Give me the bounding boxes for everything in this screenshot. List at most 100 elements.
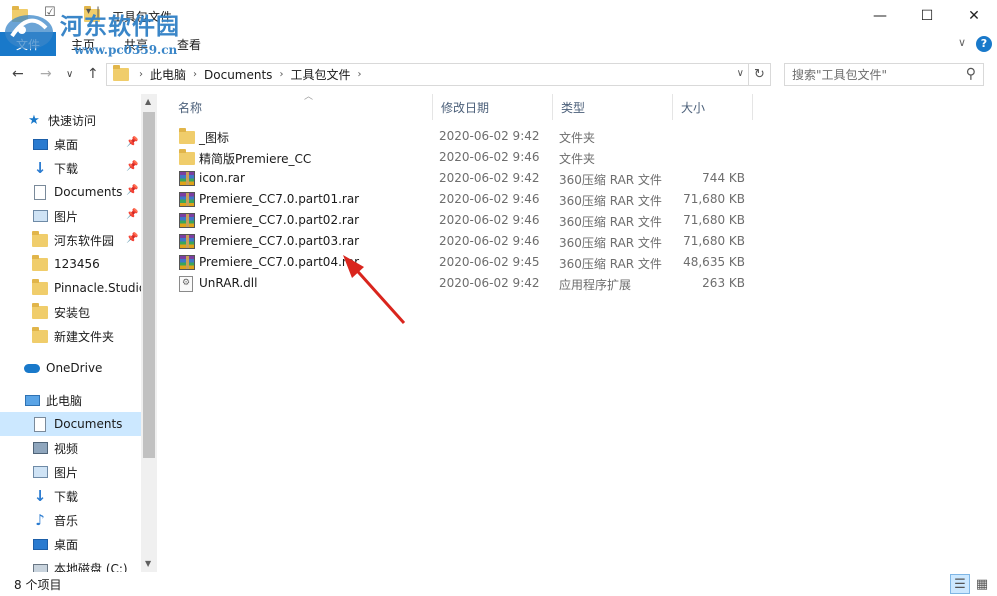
navigation-pane: ★ 快速访问 桌面 📌 ↓ 下载 📌 Documents 📌 图片 📌 河东软件…: [0, 94, 157, 572]
sidebar-item-downloads[interactable]: ↓ 下载 📌: [0, 156, 141, 180]
sidebar-item-install[interactable]: 安装包: [0, 300, 141, 324]
file-type: 360压缩 RAR 文件: [559, 173, 662, 187]
sidebar-item-pc-pictures[interactable]: 图片: [0, 460, 141, 484]
sidebar-item-drive-c[interactable]: 本地磁盘 (C:): [0, 556, 141, 572]
breadcrumb-toolkit[interactable]: 工具包文件: [290, 66, 350, 83]
file-row[interactable]: Premiere_CC7.0.part03.rar 2020-06-02 9:4…: [163, 231, 753, 252]
forward-button[interactable]: →: [40, 66, 52, 82]
sidebar-item-label: 河东软件园: [54, 233, 115, 248]
sidebar-item-pc-desktop[interactable]: 桌面: [0, 532, 141, 556]
breadcrumb-this-pc[interactable]: 此电脑: [150, 66, 186, 83]
column-header-size[interactable]: 大小: [673, 94, 753, 120]
sidebar-item-pictures[interactable]: 图片 📌: [0, 204, 141, 228]
column-label: 修改日期: [441, 100, 490, 115]
sidebar-item-label: 桌面: [54, 137, 79, 152]
file-name: Premiere_CC7.0.part03.rar: [199, 234, 360, 248]
close-button[interactable]: ✕: [951, 0, 997, 32]
tab-home[interactable]: 主页: [71, 36, 95, 53]
sidebar-item-label: 音乐: [54, 513, 79, 528]
sidebar-item-music[interactable]: ♪ 音乐: [0, 508, 141, 532]
sidebar-this-pc[interactable]: 此电脑: [0, 388, 141, 412]
pin-icon[interactable]: 📌: [126, 185, 138, 196]
file-date: 2020-06-02 9:46: [439, 150, 540, 164]
folder-icon: [32, 230, 48, 248]
pin-icon[interactable]: 📌: [126, 161, 138, 172]
file-name: _图标: [199, 131, 230, 145]
file-date: 2020-06-02 9:42: [439, 276, 540, 290]
scroll-up-icon[interactable]: ▲: [145, 97, 151, 106]
quick-access-dropdown-icon[interactable]: ▾: [86, 6, 91, 24]
column-header-date[interactable]: 修改日期: [433, 94, 553, 120]
search-icon[interactable]: ⚲: [966, 66, 976, 82]
music-icon: ♪: [35, 511, 45, 529]
sidebar-item-pinnacle[interactable]: Pinnacle.Studio: [0, 276, 146, 300]
documents-icon: [32, 184, 48, 200]
file-name: Premiere_CC7.0.part04.rar: [199, 255, 360, 269]
sidebar-item-label: 视频: [54, 441, 79, 456]
recent-locations-button[interactable]: ∨: [66, 69, 73, 80]
pin-icon[interactable]: 📌: [126, 209, 138, 220]
file-row[interactable]: Premiere_CC7.0.part01.rar 2020-06-02 9:4…: [163, 189, 753, 210]
title-bar: ☑ ▾ | 工具包文件 — ☐ ✕: [0, 0, 997, 32]
large-icons-view-button[interactable]: ▦: [972, 574, 992, 594]
sidebar-onedrive[interactable]: OneDrive: [0, 356, 141, 380]
file-type: 文件夹: [559, 131, 596, 145]
file-row[interactable]: icon.rar 2020-06-02 9:42 360压缩 RAR 文件 74…: [163, 168, 753, 189]
sidebar-item-label: 安装包: [54, 305, 91, 320]
star-icon: ★: [28, 112, 40, 128]
sidebar-item-hedong[interactable]: 河东软件园 📌: [0, 228, 141, 252]
minimize-button[interactable]: —: [857, 0, 903, 32]
sidebar-item-desktop[interactable]: 桌面 📌: [0, 132, 141, 156]
folder-icon: [113, 65, 129, 81]
folder-icon: [32, 302, 48, 320]
ribbon-expand-icon[interactable]: ∨: [958, 36, 966, 49]
dll-file-icon: [179, 276, 195, 292]
pin-icon[interactable]: 📌: [126, 233, 138, 244]
details-view-button[interactable]: ☰: [950, 574, 970, 594]
file-row[interactable]: Premiere_CC7.0.part04.rar 2020-06-02 9:4…: [163, 252, 753, 273]
quick-access-folder-icon[interactable]: [12, 6, 28, 22]
sidebar-item-123456[interactable]: 123456: [0, 252, 141, 276]
tab-view[interactable]: 查看: [177, 36, 201, 53]
file-size: 263 KB: [702, 276, 745, 290]
breadcrumb-documents[interactable]: Documents: [204, 68, 272, 82]
address-bar[interactable]: › 此电脑 › Documents › 工具包文件 › ∨: [106, 63, 749, 86]
file-row[interactable]: _图标 2020-06-02 9:42 文件夹: [163, 126, 753, 147]
column-header-name[interactable]: 名称 ︿: [170, 92, 433, 120]
sidebar-item-videos[interactable]: 视频: [0, 436, 141, 460]
sidebar-item-label: 此电脑: [46, 393, 83, 408]
pin-icon[interactable]: 📌: [126, 137, 138, 148]
window-title: 工具包文件: [112, 10, 173, 24]
file-size: 71,680 KB: [683, 234, 745, 248]
file-row[interactable]: Premiere_CC7.0.part02.rar 2020-06-02 9:4…: [163, 210, 753, 231]
back-button[interactable]: ←: [12, 66, 24, 82]
file-row[interactable]: 精简版Premiere_CC 2020-06-02 9:46 文件夹: [163, 147, 753, 168]
sidebar-item-label: Documents: [54, 185, 123, 199]
sidebar-scrollbar[interactable]: ▲ ▼: [141, 94, 157, 572]
tab-share[interactable]: 共享: [124, 36, 148, 53]
maximize-button[interactable]: ☐: [904, 0, 950, 32]
sidebar-item-pc-downloads[interactable]: ↓ 下载: [0, 484, 141, 508]
help-icon[interactable]: ?: [976, 36, 992, 52]
scroll-down-icon[interactable]: ▼: [145, 559, 151, 568]
up-button[interactable]: ↑: [87, 66, 99, 82]
search-input[interactable]: 搜索"工具包文件" ⚲: [784, 63, 984, 86]
file-date: 2020-06-02 9:42: [439, 129, 540, 143]
sidebar-item-label: 123456: [54, 257, 100, 271]
file-row[interactable]: UnRAR.dll 2020-06-02 9:42 应用程序扩展 263 KB: [163, 273, 753, 294]
tab-file[interactable]: 文件: [0, 32, 56, 56]
address-dropdown-icon[interactable]: ∨: [737, 68, 744, 79]
download-icon: ↓: [33, 487, 47, 505]
sidebar-item-label: 下载: [54, 161, 79, 176]
column-header-type[interactable]: 类型: [553, 94, 673, 120]
quick-access-check-icon[interactable]: ☑: [44, 5, 56, 23]
ribbon-tabs: 文件 主页 共享 查看 ∨ ?: [0, 32, 997, 56]
scrollbar-thumb[interactable]: [143, 112, 155, 458]
file-name: icon.rar: [199, 171, 245, 185]
sidebar-item-pc-documents[interactable]: Documents: [0, 412, 141, 436]
sidebar-item-documents[interactable]: Documents 📌: [0, 180, 141, 204]
column-label: 大小: [681, 100, 706, 115]
sidebar-item-newfolder[interactable]: 新建文件夹: [0, 324, 141, 348]
refresh-button[interactable]: ↻: [749, 63, 771, 86]
sidebar-quick-access[interactable]: ★ 快速访问: [0, 108, 141, 132]
